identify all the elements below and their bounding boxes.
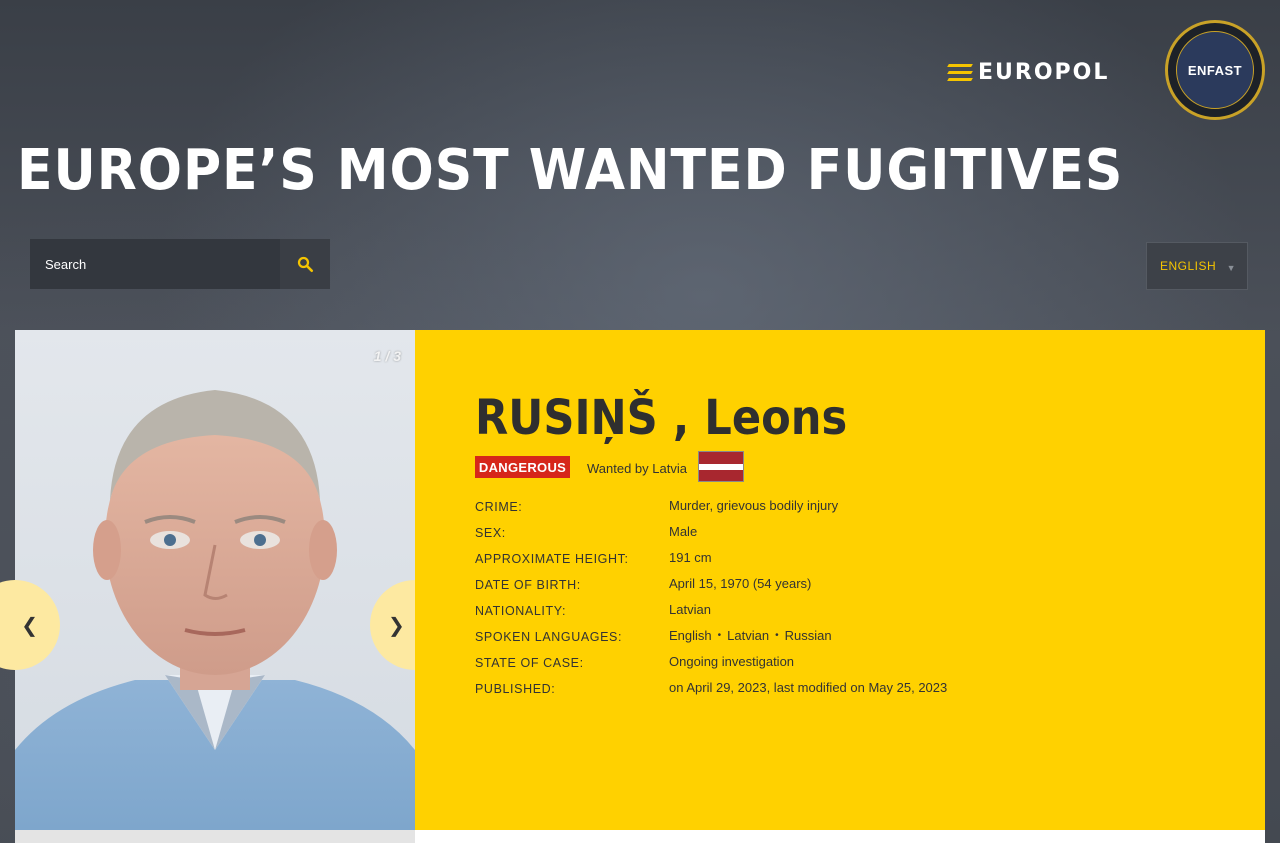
search-button[interactable]: [280, 239, 330, 289]
dangerous-badge: DANGEROUS: [475, 456, 570, 478]
chevron-left-icon: ❮: [21, 614, 38, 637]
detail-label: NATIONALITY:: [475, 604, 567, 618]
bullet-icon: •: [717, 630, 722, 641]
photo-panel-footer: [15, 830, 415, 843]
detail-label: PUBLISHED:: [475, 682, 556, 696]
bullet-icon: •: [775, 630, 779, 641]
search-input[interactable]: [30, 239, 280, 289]
detail-value: Murder, grievous bodily injury: [669, 498, 839, 513]
detail-value: Male: [669, 524, 698, 539]
detail-value: Ongoing investigation: [669, 654, 795, 669]
language-item: English: [669, 628, 712, 643]
europol-logo[interactable]: EUROPOL: [947, 59, 1110, 85]
portrait-image: [15, 390, 415, 830]
detail-value: Latvian: [669, 602, 711, 617]
enfast-logo-text: ENFAST: [1176, 31, 1254, 109]
detail-row-languages: SPOKEN LANGUAGES: English • Latvian • Ru…: [475, 628, 1235, 654]
detail-label: STATE OF CASE:: [475, 656, 584, 670]
detail-value: on April 29, 2023, last modified on May …: [669, 680, 948, 695]
page-title: EUROPE’S MOST WANTED FUGITIVES: [17, 138, 1124, 203]
detail-row-nationality: NATIONALITY: Latvian: [475, 602, 1235, 628]
fugitive-card: 1 / 3 ❮ ❯ RUSIŅŠ , Leons DANGEROUS Wante…: [0, 330, 1265, 843]
detail-row-state: STATE OF CASE: Ongoing investigation: [475, 654, 1235, 680]
fugitive-name: RUSIŅŠ , Leons: [475, 390, 848, 446]
detail-value: April 15, 1970 (54 years): [669, 576, 812, 591]
wanted-by-text: Wanted by Latvia: [587, 461, 687, 476]
fugitive-info: RUSIŅŠ , Leons DANGEROUS Wanted by Latvi…: [415, 330, 1265, 830]
detail-label: SPOKEN LANGUAGES:: [475, 630, 623, 644]
site-header: EUROPOL ENFAST: [0, 0, 1280, 125]
search-icon: [297, 256, 314, 273]
search-box: [30, 239, 330, 289]
detail-row-dob: DATE OF BIRTH: April 15, 1970 (54 years): [475, 576, 1235, 602]
europol-mark-icon: [947, 63, 973, 81]
europol-logo-text: EUROPOL: [978, 59, 1110, 85]
latvia-flag-icon: [698, 451, 744, 482]
languages-list: English • Latvian • Russian: [669, 628, 832, 643]
fugitive-details: CRIME: Murder, grievous bodily injury SE…: [475, 498, 1235, 706]
detail-label: APPROXIMATE HEIGHT:: [475, 552, 629, 566]
info-panel-footer: [415, 830, 1265, 843]
language-selector[interactable]: ENGLISH ▼: [1146, 242, 1248, 290]
language-selected: ENGLISH: [1160, 259, 1217, 273]
detail-row-height: APPROXIMATE HEIGHT: 191 cm: [475, 550, 1235, 576]
enfast-logo[interactable]: ENFAST: [1165, 20, 1265, 120]
detail-value: 191 cm: [669, 550, 712, 565]
detail-label: SEX:: [475, 526, 506, 540]
detail-label: CRIME:: [475, 500, 523, 514]
fugitive-photo: 1 / 3: [15, 330, 415, 830]
language-item: Russian: [784, 628, 832, 643]
detail-row-sex: SEX: Male: [475, 524, 1235, 550]
detail-row-published: PUBLISHED: on April 29, 2023, last modif…: [475, 680, 1235, 706]
detail-row-crime: CRIME: Murder, grievous bodily injury: [475, 498, 1235, 524]
carousel-counter: 1 / 3: [373, 348, 401, 364]
chevron-right-icon: ❯: [388, 614, 405, 637]
chevron-down-icon: ▼: [1226, 263, 1236, 273]
language-item: Latvian: [727, 628, 770, 643]
detail-label: DATE OF BIRTH:: [475, 578, 581, 592]
